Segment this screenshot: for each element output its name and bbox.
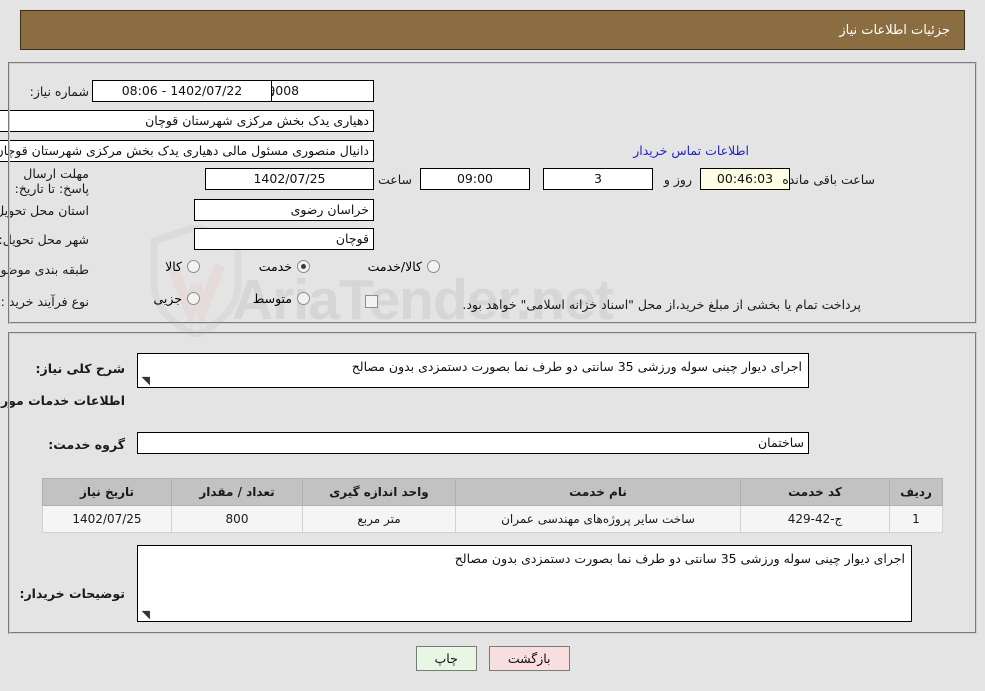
- print-button[interactable]: چاپ: [415, 646, 477, 671]
- col-index: ردیف: [889, 478, 943, 506]
- col-quantity: تعداد / مقدار: [171, 478, 303, 506]
- col-code: کد خدمت: [740, 478, 890, 506]
- page-title-text: جزئیات اطلاعات نیاز: [839, 22, 950, 38]
- table-header-row: ردیف کد خدمت نام خدمت واحد اندازه گیری ت…: [42, 478, 943, 506]
- col-unit: واحد اندازه گیری: [302, 478, 456, 506]
- table-row: 1 ج-42-429 ساخت سایر پروژه‌های مهندسی عم…: [42, 505, 943, 533]
- cell-index: 1: [889, 505, 943, 533]
- cell-need-date: 1402/07/25: [42, 505, 172, 533]
- cell-name: ساخت سایر پروژه‌های مهندسی عمران: [455, 505, 741, 533]
- services-table: ردیف کد خدمت نام خدمت واحد اندازه گیری ت…: [42, 478, 943, 533]
- cell-code: ج-42-429: [740, 505, 890, 533]
- summary-panel: [8, 62, 977, 324]
- page-title: جزئیات اطلاعات نیاز: [20, 10, 965, 50]
- cell-quantity: 800: [171, 505, 303, 533]
- col-need-date: تاریخ نیاز: [42, 478, 172, 506]
- button-bar: بازگشت چاپ: [0, 646, 985, 671]
- col-name: نام خدمت: [455, 478, 741, 506]
- need-details-page: AriaTender.net جزئیات اطلاعات نیاز شماره…: [0, 0, 985, 691]
- cell-unit: متر مربع: [302, 505, 456, 533]
- back-button[interactable]: بازگشت: [488, 646, 570, 671]
